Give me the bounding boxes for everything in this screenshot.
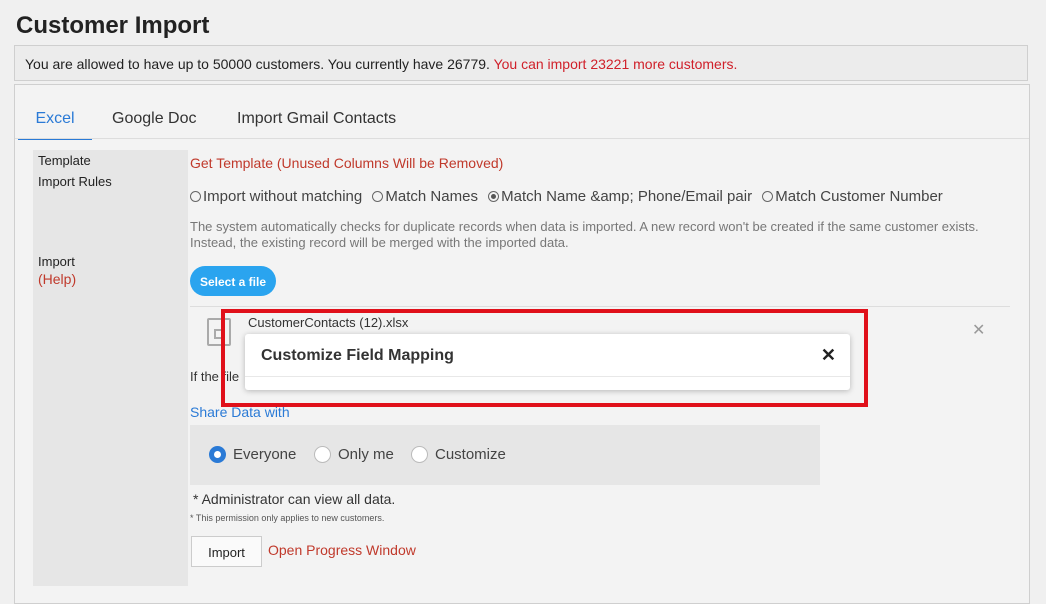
- tab-import-gmail-contacts[interactable]: Import Gmail Contacts: [237, 96, 396, 138]
- open-progress-window-link[interactable]: Open Progress Window: [268, 542, 416, 558]
- import-rules-label: Import Rules: [38, 174, 112, 189]
- rule-match-names[interactable]: Match Names: [372, 188, 478, 205]
- dialog-title: Customize Field Mapping: [261, 347, 454, 364]
- quota-text: You are allowed to have up to 50000 cust…: [25, 56, 490, 72]
- share-only-me-option[interactable]: Only me: [314, 446, 394, 463]
- divider: [190, 306, 1010, 307]
- share-everyone-option[interactable]: Everyone: [209, 446, 296, 463]
- quota-notice: You are allowed to have up to 50000 cust…: [14, 45, 1028, 81]
- radio-icon: [314, 446, 331, 463]
- import-button[interactable]: Import: [191, 536, 262, 567]
- select-file-button[interactable]: Select a file: [190, 266, 276, 296]
- rules-description: The system automatically checks for dupl…: [190, 219, 979, 250]
- share-customize-option[interactable]: Customize: [411, 446, 506, 463]
- quota-remaining: You can import 23221 more customers.: [493, 56, 738, 72]
- radio-icon: [372, 191, 384, 202]
- rule-match-name-phone-email[interactable]: Match Name &amp; Phone/Email pair: [488, 188, 752, 205]
- tab-excel[interactable]: Excel: [18, 96, 92, 140]
- uploaded-file-name: CustomerContacts (12).xlsx: [248, 315, 409, 330]
- permission-note: * This permission only applies to new cu…: [190, 513, 385, 523]
- admin-note: * Administrator can view all data.: [193, 491, 396, 507]
- import-label: Import: [38, 254, 75, 269]
- radio-selected-icon: [488, 191, 500, 202]
- tab-divider: [15, 138, 1029, 139]
- template-label: Template: [38, 153, 91, 168]
- close-icon[interactable]: ✕: [821, 345, 836, 366]
- radio-icon: [411, 446, 428, 463]
- tab-google-doc[interactable]: Google Doc: [112, 96, 197, 138]
- file-hint-text: If the file: [190, 369, 240, 384]
- label-column: [33, 150, 188, 586]
- get-template-link[interactable]: Get Template (Unused Columns Will be Rem…: [190, 155, 503, 171]
- rule-import-without-matching[interactable]: Import without matching: [190, 188, 362, 205]
- rule-match-customer-number[interactable]: Match Customer Number: [762, 188, 943, 205]
- import-rules-radio-group: Import without matching Match Names Matc…: [190, 188, 949, 206]
- radio-icon: [762, 191, 774, 202]
- field-mapping-dialog: Customize Field Mapping ✕: [245, 334, 850, 390]
- dialog-divider: [245, 376, 850, 377]
- share-data-label: Share Data with: [190, 404, 290, 420]
- radio-selected-icon: [209, 446, 226, 463]
- remove-file-icon[interactable]: ✕: [972, 320, 985, 340]
- radio-icon: [190, 191, 201, 202]
- page-title: Customer Import: [16, 12, 210, 39]
- file-icon: [207, 318, 231, 346]
- help-link[interactable]: (Help): [38, 271, 76, 287]
